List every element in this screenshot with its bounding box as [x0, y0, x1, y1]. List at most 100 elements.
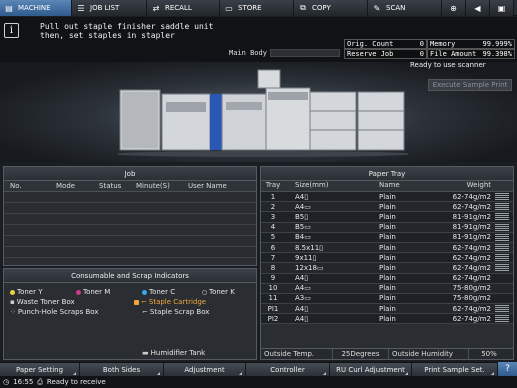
- globe-button[interactable]: ⊕: [442, 0, 466, 16]
- tray-weight: 62-74g/m2: [452, 253, 491, 262]
- paper-level-icon: [495, 212, 509, 221]
- tray-row[interactable]: 3 B5▯ Plain 81-91g/m2: [261, 212, 513, 223]
- file-amount-label: File Amount: [430, 50, 477, 58]
- tray-weight: 62-74g/m2: [452, 304, 491, 313]
- outside-temp-value: 25Degrees: [333, 348, 389, 360]
- tab-store[interactable]: ▭ STORE: [220, 0, 294, 16]
- job-row[interactable]: [4, 236, 256, 247]
- toner-y-icon: [10, 289, 15, 295]
- tray-row[interactable]: PI2 A4▯ Plain 62-74g/m2: [261, 314, 513, 325]
- message-line-2: then, set staples in stapler: [40, 31, 175, 40]
- job-row[interactable]: [4, 203, 256, 214]
- tray-number: PI2: [267, 314, 279, 323]
- paper-level-bar: [495, 256, 509, 258]
- recall-icon: ⇄: [152, 3, 160, 13]
- paper-level-icon: [495, 243, 509, 252]
- tray-row[interactable]: 11 A3▭ Plain 75-80g/m2: [261, 293, 513, 305]
- paper-level-bar: [495, 319, 509, 321]
- tray-weight: 81-91g/m2: [452, 212, 491, 221]
- adjustment-button[interactable]: Adjustment: [164, 363, 246, 377]
- waste-toner-icon: ▪: [10, 298, 15, 306]
- job-row[interactable]: [4, 247, 256, 258]
- paper-level-bar: [495, 219, 509, 221]
- paper-level-icon: [495, 192, 509, 201]
- tray-weight: 81-91g/m2: [452, 223, 491, 232]
- tray-number: 9: [270, 274, 276, 283]
- tab-job-list[interactable]: ☰ JOB LIST: [72, 0, 147, 16]
- lock-button[interactable]: ▣: [490, 0, 514, 16]
- waste-toner-box-indicator: ▪ Waste Toner Box: [10, 298, 75, 306]
- reserve-job-label: Reserve Job: [347, 50, 394, 58]
- tray-row[interactable]: 5 B4▭ Plain 81-91g/m2: [261, 232, 513, 243]
- paper-level-bar: [495, 195, 509, 197]
- tray-row[interactable]: 1 A4▯ Plain 62-74g/m2: [261, 192, 513, 203]
- info-icon: i: [4, 23, 19, 38]
- execute-sample-print-button[interactable]: Execute Sample Print: [428, 79, 512, 91]
- tray-row[interactable]: 10 A4▭ Plain 75-80g/m2: [261, 283, 513, 294]
- toner-m-label: Toner M: [83, 288, 111, 296]
- tray-row[interactable]: PI1 A4▯ Plain 62-74g/m2: [261, 304, 513, 315]
- toner-m-icon: [76, 289, 81, 295]
- tray-col-size: Size(mm): [295, 181, 329, 189]
- tray-paper-name: Plain: [379, 223, 396, 232]
- tab-job-list-label: JOB LIST: [90, 4, 120, 12]
- job-row[interactable]: [4, 214, 256, 225]
- tab-scan[interactable]: ✎ SCAN: [368, 0, 442, 16]
- tab-recall[interactable]: ⇄ RECALL: [147, 0, 220, 16]
- outside-humidity-value: 50%: [481, 349, 497, 358]
- waste-toner-box-label: Waste Toner Box: [16, 298, 75, 306]
- paper-level-bar: [495, 225, 509, 227]
- scanner-status: Ready to use scanner: [410, 61, 486, 69]
- tray-size: B4▭: [295, 233, 311, 242]
- speaker-icon: ◀: [474, 3, 481, 13]
- toner-c-label: Toner C: [149, 288, 176, 296]
- tray-row[interactable]: 7 9x11▯ Plain 62-74g/m2: [261, 253, 513, 264]
- scan-icon: ✎: [373, 3, 381, 13]
- message-line-1: Pull out staple finisher saddle unit: [40, 22, 214, 31]
- clock-time: 16:55: [13, 378, 34, 386]
- print-sample-set-button[interactable]: Print Sample Set.: [412, 363, 498, 377]
- staple-cartridge-indicator: ⌐ Staple Cartridge: [134, 298, 206, 306]
- tray-paper-name: Plain: [379, 202, 396, 211]
- paper-level-bar: [495, 209, 509, 211]
- tray-weight: 62-74g/m2: [452, 243, 491, 252]
- orig-count: Orig. Count 0: [344, 39, 427, 49]
- tray-row[interactable]: 2 A4▭ Plain 62-74g/m2: [261, 202, 513, 213]
- tray-weight: 62-74g/m2: [452, 202, 491, 211]
- ru-curl-adjustment-button[interactable]: RU Curl Adjustment: [330, 363, 412, 377]
- tray-row[interactable]: 4 B5▭ Plain 81-91g/m2: [261, 222, 513, 233]
- tab-machine[interactable]: ▤ MACHINE: [0, 0, 72, 16]
- toner-y-indicator: Toner Y: [10, 288, 43, 296]
- tray-size: B5▯: [295, 212, 309, 221]
- paper-setting-button[interactable]: Paper Setting: [0, 363, 80, 377]
- tank-icon: ▬: [142, 349, 149, 357]
- paper-level-icon: [495, 287, 509, 289]
- toner-y-label: Toner Y: [17, 288, 43, 296]
- list-icon: ☰: [77, 3, 85, 13]
- tray-row[interactable]: 9 A4▯ Plain 62-74g/m2: [261, 273, 513, 284]
- tab-copy[interactable]: ⧉ COPY: [294, 0, 368, 16]
- punch-hole-scraps-label: Punch-Hole Scraps Box: [17, 308, 99, 316]
- tray-number: 6: [270, 243, 276, 252]
- speaker-button[interactable]: ◀: [466, 0, 490, 16]
- paper-level-bar: [495, 223, 509, 225]
- tray-row[interactable]: 6 8.5x11▯ Plain 62-74g/m2: [261, 242, 513, 254]
- tray-number: 2: [270, 202, 276, 211]
- tray-paper-name: Plain: [379, 212, 396, 221]
- tray-number: 7: [270, 253, 276, 262]
- paper-level-bar: [495, 239, 509, 241]
- tray-row[interactable]: 8 12x18▭ Plain 62-74g/m2: [261, 263, 513, 274]
- job-row[interactable]: [4, 225, 256, 236]
- reserve-job: Reserve Job 0: [344, 49, 427, 59]
- tray-paper-name: Plain: [379, 274, 396, 283]
- tray-paper-name: Plain: [379, 294, 396, 303]
- tray-number: 10: [268, 284, 278, 293]
- controller-button[interactable]: Controller: [246, 363, 330, 377]
- help-button[interactable]: ?: [498, 362, 517, 376]
- tray-weight: 75-80g/m2: [452, 294, 491, 303]
- job-row[interactable]: [4, 192, 256, 203]
- both-sides-button[interactable]: Both Sides: [80, 363, 164, 377]
- help-icon: ?: [505, 364, 510, 374]
- tray-paper-name: Plain: [379, 314, 396, 323]
- paper-level-bar: [495, 215, 509, 217]
